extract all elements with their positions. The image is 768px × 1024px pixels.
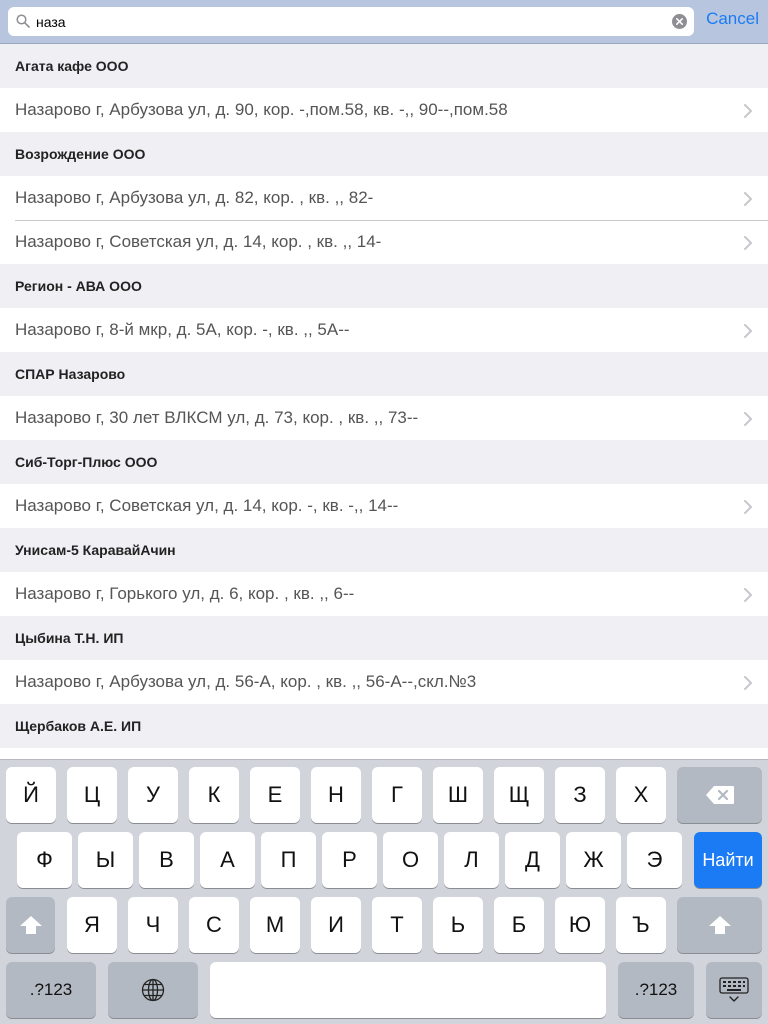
key-Ч[interactable]: Ч xyxy=(128,897,178,953)
clear-search-icon[interactable] xyxy=(672,14,687,29)
key-С[interactable]: С xyxy=(189,897,239,953)
key-О[interactable]: О xyxy=(383,832,438,888)
section-header: Возрождение ООО xyxy=(0,132,768,176)
key-Г[interactable]: Г xyxy=(372,767,422,823)
globe-icon xyxy=(141,978,165,1002)
chevron-right-icon xyxy=(744,411,752,431)
chevron-right-icon xyxy=(744,235,752,255)
numbers-key-right[interactable]: .?123 xyxy=(618,962,694,1018)
chevron-right-icon xyxy=(744,675,752,695)
key-Щ[interactable]: Щ xyxy=(494,767,544,823)
address-text: Назарово г, 30 лет ВЛКСМ ул, д. 73, кор.… xyxy=(15,408,419,427)
search-icon xyxy=(16,14,30,28)
key-Д[interactable]: Д xyxy=(505,832,560,888)
address-text: Назарово г, 8-й мкр, д. 5А, кор. -, кв. … xyxy=(15,320,350,339)
key-Б[interactable]: Б xyxy=(494,897,544,953)
shift-icon xyxy=(19,916,42,934)
key-Ю[interactable]: Ю xyxy=(555,897,605,953)
address-row[interactable]: Назарово г, 30 лет ВЛКСМ ул, д. 73, кор.… xyxy=(0,396,768,440)
delete-key[interactable] xyxy=(677,767,762,823)
key-Ы[interactable]: Ы xyxy=(78,832,133,888)
shift-key-left[interactable] xyxy=(6,897,55,953)
key-Л[interactable]: Л xyxy=(444,832,499,888)
key-Э[interactable]: Э xyxy=(627,832,682,888)
numbers-key-left[interactable]: .?123 xyxy=(6,962,96,1018)
search-input[interactable] xyxy=(36,11,656,32)
section-header: Щербаков А.Е. ИП xyxy=(0,704,768,748)
search-go-button[interactable]: Найти xyxy=(694,832,762,888)
address-row[interactable]: Назарово г, Арбузова ул, д. 90, кор. -,п… xyxy=(0,88,768,132)
app-screen: Cancel Агата кафе ООО Назарово г, Арбузов… xyxy=(0,0,768,1024)
key-Х[interactable]: Х xyxy=(616,767,666,823)
space-key[interactable] xyxy=(210,962,606,1018)
address-row[interactable]: Назарово г, 8-й мкр, д. 5А, кор. -, кв. … xyxy=(0,308,768,352)
address-text: Назарово г, Советская ул, д. 14, кор. , … xyxy=(15,232,382,251)
key-Ж[interactable]: Ж xyxy=(566,832,621,888)
key-Н[interactable]: Н xyxy=(311,767,361,823)
key-П[interactable]: П xyxy=(261,832,316,888)
key-Ъ[interactable]: Ъ xyxy=(616,897,666,953)
address-text: Назарово г, Арбузова ул, д. 82, кор. , к… xyxy=(15,188,374,207)
address-text: Назарово г, Арбузова ул, д. 90, кор. -,п… xyxy=(15,100,508,119)
key-З[interactable]: З xyxy=(555,767,605,823)
address-text: Назарово г, Советская ул, д. 14, кор. -,… xyxy=(15,496,399,515)
chevron-right-icon xyxy=(744,323,752,343)
address-row[interactable]: Назарово г, Арбузова ул, д. 82, кор. , к… xyxy=(0,176,768,220)
chevron-right-icon xyxy=(744,103,752,123)
address-row[interactable]: Назарово г, Горького ул, д. 6, кор. , кв… xyxy=(0,572,768,616)
address-row[interactable]: Назарово г, Арбузова ул, д. 56-А, кор. ,… xyxy=(0,660,768,704)
address-row[interactable]: Назарово г, Советская ул, д. 14, кор. -,… xyxy=(0,484,768,528)
globe-key[interactable] xyxy=(108,962,198,1018)
key-А[interactable]: А xyxy=(200,832,255,888)
hide-keyboard-key[interactable] xyxy=(706,962,762,1018)
key-К[interactable]: К xyxy=(189,767,239,823)
backspace-icon xyxy=(705,786,734,804)
keyboard: Й Ц У К Е Н Г Ш Щ З Х Ф Ы В А П Р О Л Д Ж Э Найти Я Ч С М И Т Ь Б Ю Ъ .?1… xyxy=(0,759,768,1024)
section-header: Агата кафе ООО xyxy=(0,44,768,88)
key-В[interactable]: В xyxy=(139,832,194,888)
key-У[interactable]: У xyxy=(128,767,178,823)
section-header: Регион - АВА ООО xyxy=(0,264,768,308)
results-list: Агата кафе ООО Назарово г, Арбузова ул, д… xyxy=(0,44,768,759)
key-И[interactable]: И xyxy=(311,897,361,953)
address-text: Назарово г, Арбузова ул, д. 56-А, кор. ,… xyxy=(15,672,477,691)
shift-icon xyxy=(708,916,731,934)
address-row[interactable]: Назарово г, Советская ул, д. 14, кор. , … xyxy=(0,220,768,264)
section-header: Цыбина Т.Н. ИП xyxy=(0,616,768,660)
section-header: Унисам-5 КаравайАчин xyxy=(0,528,768,572)
keyboard-hide-icon xyxy=(719,977,749,1002)
shift-key-right[interactable] xyxy=(677,897,762,953)
chevron-right-icon xyxy=(744,587,752,607)
cancel-button[interactable]: Cancel xyxy=(706,9,759,29)
section-header: СПАР Назарово xyxy=(0,352,768,396)
chevron-right-icon xyxy=(744,191,752,211)
address-text: Назарово г, Горького ул, д. 6, кор. , кв… xyxy=(15,584,355,603)
key-Ф[interactable]: Ф xyxy=(17,832,72,888)
chevron-right-icon xyxy=(744,499,752,519)
key-Ш[interactable]: Ш xyxy=(433,767,483,823)
key-Й[interactable]: Й xyxy=(6,767,56,823)
key-Е[interactable]: Е xyxy=(250,767,300,823)
search-bar: Cancel xyxy=(0,0,768,44)
key-Т[interactable]: Т xyxy=(372,897,422,953)
address-row[interactable] xyxy=(0,748,768,759)
key-Ц[interactable]: Ц xyxy=(67,767,117,823)
key-Р[interactable]: Р xyxy=(322,832,377,888)
key-М[interactable]: М xyxy=(250,897,300,953)
key-Я[interactable]: Я xyxy=(67,897,117,953)
search-field[interactable] xyxy=(8,7,694,36)
key-Ь[interactable]: Ь xyxy=(433,897,483,953)
section-header: Сиб-Торг-Плюс ООО xyxy=(0,440,768,484)
